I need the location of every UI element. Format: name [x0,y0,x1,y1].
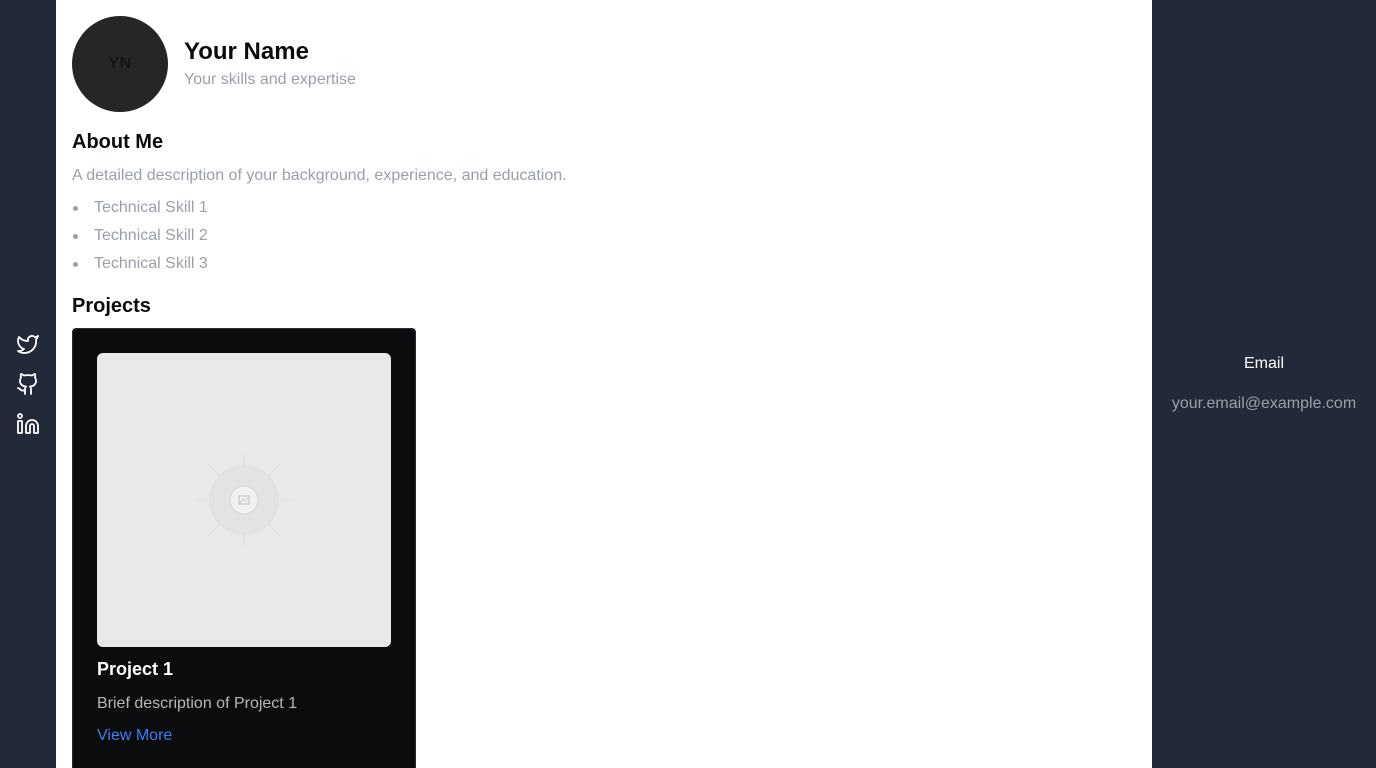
project-title: Project 1 [97,659,174,679]
about-heading: About Me [72,131,164,153]
view-more-link[interactable]: View More [97,727,172,745]
profile-name: Your Name [184,38,309,65]
avatar: YN [72,16,168,112]
skill-item: Technical Skill 1 [72,198,208,226]
twitter-link[interactable] [16,332,40,356]
skills-list: Technical Skill 1 Technical Skill 2 Tech… [72,198,208,282]
project-card: Project 1 Brief description of Project 1… [72,328,416,768]
github-link[interactable] [16,372,40,396]
project-description: Brief description of Project 1 [97,695,298,712]
profile-tagline: Your skills and expertise [184,71,356,88]
project-image [97,353,391,647]
contact-email-label: Email [1243,355,1284,372]
portfolio-page: YN Your Name Your skills and expertise A… [0,0,1376,768]
social-rail [0,0,56,768]
avatar-initials: YN [108,55,132,72]
contact-email-value[interactable]: your.email@example.com [1152,395,1376,413]
linkedin-link[interactable] [16,412,40,436]
twitter-icon [16,332,40,356]
skill-item: Technical Skill 2 [72,226,208,254]
skill-item: Technical Skill 3 [72,254,208,282]
main-content: YN Your Name Your skills and expertise A… [56,0,1152,768]
projects-heading: Projects [72,295,151,317]
linkedin-icon [16,412,40,436]
contact-panel: Email your.email@example.com [1152,0,1376,768]
image-placeholder-icon [197,453,291,547]
about-description: A detailed description of your backgroun… [72,167,567,184]
github-icon [16,372,40,396]
